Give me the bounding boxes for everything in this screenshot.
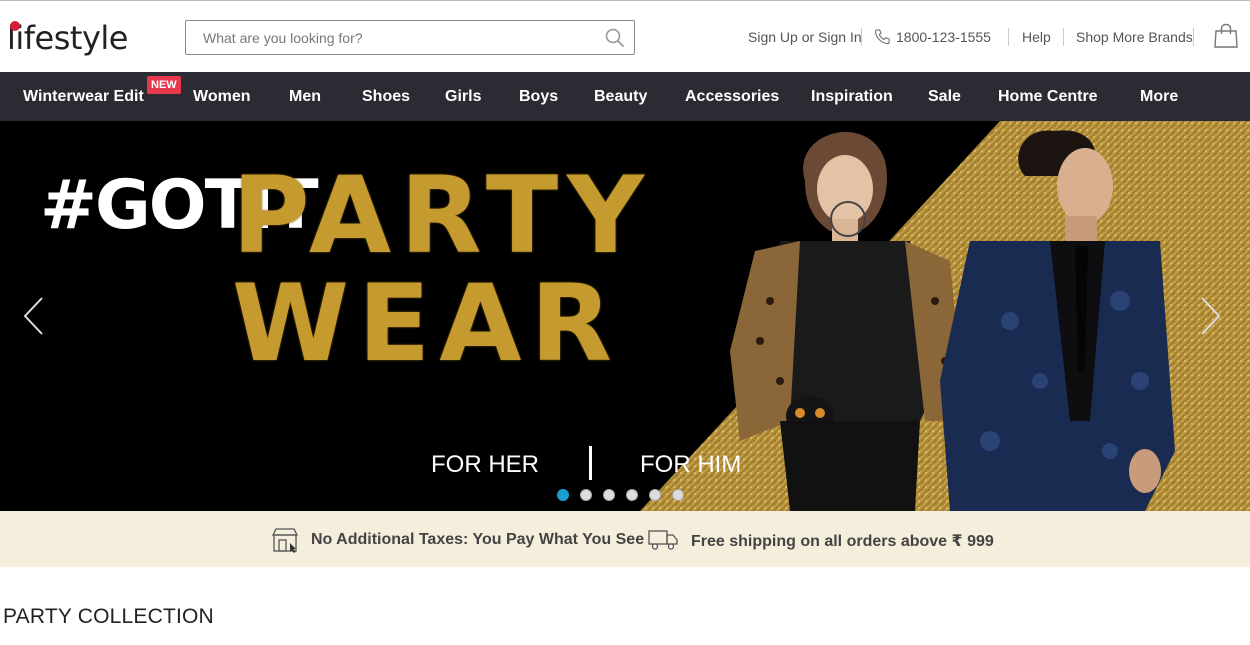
nav-item-home-centre[interactable]: Home Centre bbox=[998, 88, 1098, 106]
divider bbox=[1008, 28, 1009, 46]
free-shipping-message: Free shipping on all orders above ₹ 999 bbox=[691, 533, 994, 550]
carousel-dot[interactable] bbox=[672, 489, 684, 501]
carousel-dot[interactable] bbox=[626, 489, 638, 501]
divider bbox=[861, 28, 862, 46]
nav-item-girls[interactable]: Girls bbox=[445, 88, 481, 106]
carousel-prev-arrow-icon[interactable] bbox=[22, 296, 46, 336]
carousel-dot[interactable] bbox=[580, 489, 592, 501]
nav-item-shoes[interactable]: Shoes bbox=[362, 88, 410, 106]
phone-number[interactable]: 1800-123-1555 bbox=[896, 29, 991, 45]
logo-mark-icon bbox=[10, 21, 20, 31]
nav-item-accessories[interactable]: Accessories bbox=[685, 88, 779, 106]
no-taxes-message: No Additional Taxes: You Pay What You Se… bbox=[311, 531, 645, 548]
signin-link[interactable]: Sign Up or Sign In bbox=[748, 29, 862, 45]
carousel-dot[interactable] bbox=[603, 489, 615, 501]
main-navigation: Winterwear Edit Women Men Shoes Girls Bo… bbox=[0, 72, 1250, 121]
lifestyle-logo[interactable]: lifestyle bbox=[7, 19, 128, 57]
delivery-truck-icon bbox=[648, 530, 678, 550]
divider bbox=[1193, 28, 1194, 46]
carousel-next-arrow-icon[interactable] bbox=[1198, 296, 1222, 336]
nav-item-beauty[interactable]: Beauty bbox=[594, 88, 647, 106]
section-title: PARTY COLLECTION bbox=[3, 605, 214, 628]
nav-item-winterwear-edit[interactable]: Winterwear Edit bbox=[23, 88, 144, 106]
banner-headline-line1: PARTY bbox=[232, 154, 653, 277]
site-header: lifestyle Sign Up or Sign In 1800-123-15… bbox=[0, 0, 1250, 72]
nav-item-women[interactable]: Women bbox=[193, 88, 250, 106]
carousel-dot[interactable] bbox=[557, 489, 569, 501]
nav-item-sale[interactable]: Sale bbox=[928, 88, 961, 106]
search-input[interactable] bbox=[186, 21, 586, 54]
info-strip: No Additional Taxes: You Pay What You Se… bbox=[0, 511, 1250, 567]
for-him-link[interactable]: FOR HIM bbox=[640, 451, 741, 479]
carousel-dot[interactable] bbox=[649, 489, 661, 501]
nav-item-men[interactable]: Men bbox=[289, 88, 321, 106]
nav-item-more[interactable]: More bbox=[1140, 88, 1178, 106]
model-man-image bbox=[940, 130, 1175, 511]
nav-item-inspiration[interactable]: Inspiration bbox=[811, 88, 893, 106]
search-box[interactable] bbox=[185, 20, 635, 55]
divider bbox=[589, 446, 592, 480]
hero-banner[interactable]: #GOTIT PARTY WEAR FOR HER FOR HIM bbox=[0, 121, 1250, 511]
search-icon[interactable] bbox=[605, 28, 625, 48]
nav-item-boys[interactable]: Boys bbox=[519, 88, 558, 106]
store-icon bbox=[271, 528, 299, 553]
banner-headline-line2: WEAR bbox=[232, 262, 621, 385]
for-her-link[interactable]: FOR HER bbox=[431, 451, 539, 479]
help-link[interactable]: Help bbox=[1022, 29, 1051, 45]
shopping-bag-icon[interactable] bbox=[1213, 23, 1239, 49]
shop-more-brands-link[interactable]: Shop More Brands bbox=[1076, 29, 1193, 45]
new-badge: NEW bbox=[147, 76, 181, 94]
phone-icon bbox=[874, 29, 890, 45]
divider bbox=[1063, 28, 1064, 46]
